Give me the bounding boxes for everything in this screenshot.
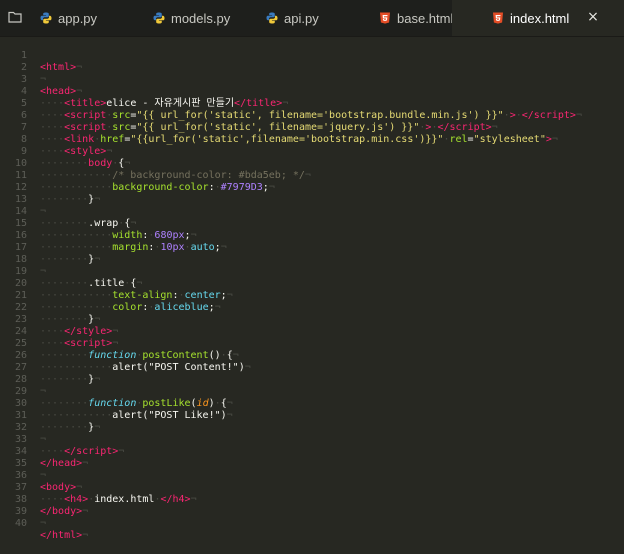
python-icon [266,12,278,24]
code-line: 2 ¬ [0,50,624,85]
code-line: 37 ····<h4>·index.html·</h4>¬ [0,470,624,505]
code-line: 40 </html>¬ [0,506,624,541]
code-line: 12 ········}¬ [0,170,624,205]
code-line: 6 ····<script·src="{{ url_for('static', … [0,98,624,133]
code-line: 27 ········}¬ [0,350,624,385]
tab-base-html[interactable]: base.html [339,0,454,36]
code-line: 8 ····<style>¬ [0,122,624,157]
code-line: 16 ············margin:·10px·auto;¬ [0,218,624,253]
code-line: 26 ············alert("POST Content!")¬ [0,338,624,373]
line-code: </html>¬ [40,530,89,541]
tab-label: index.html [510,10,570,26]
line-number: 40 [14,518,27,529]
python-icon [40,12,52,24]
code-line: 34 </head>¬ [0,434,624,469]
code-line: 21 ············color:·aliceblue;¬ [0,278,624,313]
code-line: 15 ············width:·680px;¬ [0,206,624,241]
tab-label: base.html [397,10,454,26]
code-line: 5 ····<script·src="{{ url_for('static', … [0,86,624,121]
tab-label: api.py [284,10,319,26]
editor-window: app.py models.py api.py base.html index.… [0,0,624,541]
code-editor[interactable]: 1 <html>¬ 2 ¬ 3 <head>¬ 4 ····<title>eli… [0,38,624,541]
code-line: 9 ········body·{¬ [0,134,624,169]
code-line: 25 ········function·postContent()·{¬ [0,326,624,361]
code-line: 1 <html>¬ [0,38,624,73]
code-line: 30 ············alert("POST Like!")¬ [0,386,624,421]
tab-app-py[interactable]: app.py [0,0,113,36]
code-line: 38 </body>¬ [0,482,624,517]
code-line: 17 ········}¬ [0,230,624,265]
code-line: 20 ············text-align:·center;¬ [0,266,624,301]
code-line: 22 ········}¬ [0,290,624,325]
html5-icon [380,12,390,24]
code-line: 10 ············/* background-color: #bda… [0,146,624,181]
code-line: 19 ········.title·{¬ [0,254,624,289]
code-line: 4 ····<title>elice - 자유게시판 만들기</title>¬ [0,74,624,109]
code-line: 11 ············background-color:·#7979D3… [0,158,624,193]
code-line: 36 <body>¬ [0,458,624,493]
tab-models-py[interactable]: models.py [113,0,230,36]
code-line: 18 ¬ [0,242,624,277]
tab-bar: app.py models.py api.py base.html index.… [0,0,624,37]
code-line: 14 ········.wrap·{¬ [0,194,624,229]
html5-icon [493,12,503,24]
code-line: 28 ¬ [0,362,624,397]
code-line: 3 <head>¬ [0,62,624,97]
code-line: 32 ¬ [0,410,624,445]
tab-label: app.py [58,10,98,26]
code-line: 29 ········function·postLike(id)·{¬ [0,374,624,409]
close-icon[interactable]: × [586,10,600,24]
code-line: 33 ····</script>¬ [0,422,624,457]
python-icon [153,12,165,24]
tab-index-html[interactable]: index.html × [452,0,624,36]
code-line: 35 ¬ [0,446,624,481]
tab-api-py[interactable]: api.py [226,0,339,36]
code-line: 23 ····</style>¬ [0,302,624,337]
code-line: 39 ¬ [0,494,624,529]
code-line: 31 ········}¬ [0,398,624,433]
code-line: 24 ····<script>¬ [0,314,624,349]
tab-label: models.py [171,10,231,26]
code-line: 7 ····<link·href="{{url_for('static',fil… [0,110,624,145]
line-code: ¬ [40,518,47,529]
code-line: 13 ¬ [0,182,624,217]
